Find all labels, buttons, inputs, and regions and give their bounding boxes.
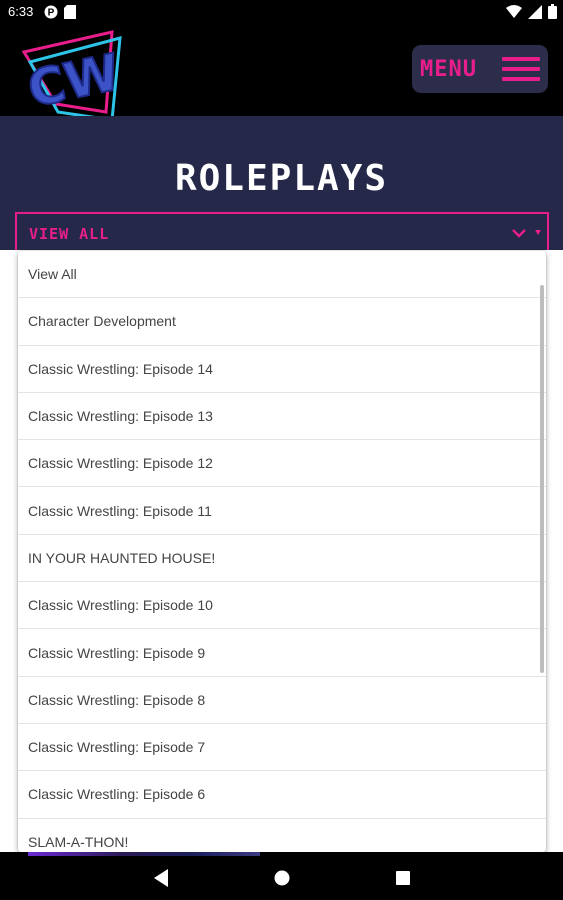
recents-icon[interactable] [394,868,412,888]
p-badge-icon: P [44,5,58,19]
back-icon[interactable] [152,868,170,888]
hamburger-icon [502,57,540,81]
sd-card-icon [64,5,76,19]
home-icon[interactable] [273,868,291,888]
dropdown-option[interactable]: IN YOUR HAUNTED HOUSE! [18,535,546,583]
dropdown-option[interactable]: Classic Wrestling: Episode 8 [18,677,546,724]
dropdown-option[interactable]: Classic Wrestling: Episode 11 [18,487,546,535]
cw-logo[interactable]: CW [18,26,130,124]
app-header: CW MENU [0,24,563,122]
page-title: ROLEPLAYS [174,158,389,199]
dropdown-scrollbar[interactable] [540,285,544,673]
dropdown-option[interactable]: Classic Wrestling: Episode 13 [18,393,546,441]
status-bar: 6:33 P [0,0,563,24]
select-value: VIEW ALL [29,225,110,243]
menu-label: MENU [420,56,477,82]
dropdown-option[interactable]: Classic Wrestling: Episode 12 [18,440,546,488]
dropdown-option[interactable]: Character Development [18,298,546,346]
dropdown-option[interactable]: Classic Wrestling: Episode 7 [18,724,546,772]
dropdown-option[interactable]: Classic Wrestling: Episode 9 [18,629,546,677]
signal-icon [528,4,542,19]
category-select[interactable]: VIEW ALL [15,212,549,253]
dropdown-list: View All Character Development Classic W… [18,251,546,852]
dropdown-menu[interactable]: View All Character Development Classic W… [18,251,546,852]
dropdown-option-view-all[interactable]: View All [18,251,546,299]
battery-icon [548,4,557,19]
dropdown-option[interactable]: Classic Wrestling: Episode 10 [18,582,546,630]
chevron-down-icon [512,229,526,238]
dropdown-option[interactable]: Classic Wrestling: Episode 14 [18,346,546,393]
dropdown-option[interactable]: SLAM-A-THON! [18,819,546,852]
svg-text:CW: CW [23,43,125,119]
wifi-icon [506,4,522,18]
menu-button[interactable]: MENU [412,45,548,93]
status-time: 6:33 [8,4,34,19]
svg-text:P: P [48,8,55,19]
system-nav-bar [0,856,563,900]
dropdown-option[interactable]: Classic Wrestling: Episode 6 [18,771,546,819]
dropdown-arrow-icon [535,230,541,235]
